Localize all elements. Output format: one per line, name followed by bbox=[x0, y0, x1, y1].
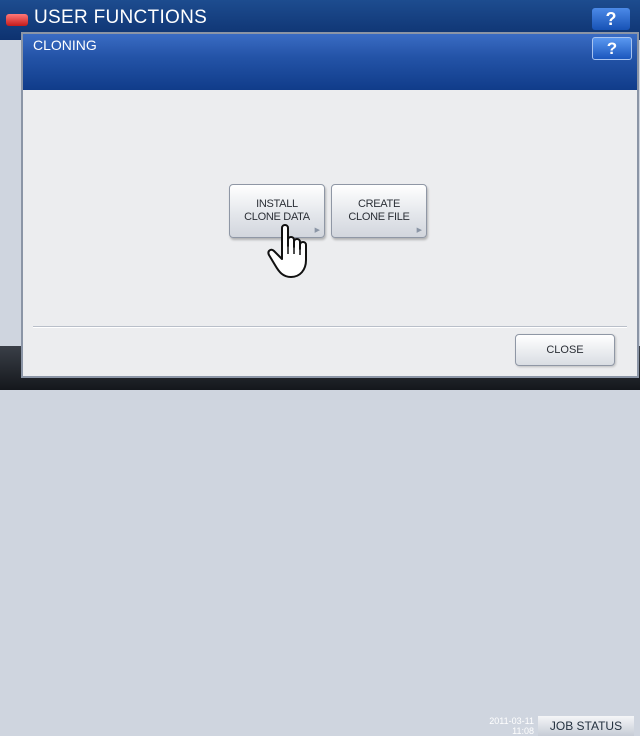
cloning-dialog: CLONING ? INSTALL CLONE DATA ▶ CREATE CL… bbox=[21, 32, 639, 378]
background-help-button[interactable]: ? bbox=[592, 8, 630, 30]
date-time: 2011-03-11 11:08 bbox=[489, 716, 534, 736]
triangle-right-icon: ▶ bbox=[416, 227, 422, 234]
dialog-help-button[interactable]: ? bbox=[592, 37, 632, 60]
dialog-titlebar: CLONING ? bbox=[23, 34, 637, 90]
background-title: USER FUNCTIONS bbox=[34, 7, 208, 28]
divider bbox=[33, 326, 627, 328]
dialog-body: INSTALL CLONE DATA ▶ CREATE CLONE FILE ▶… bbox=[23, 90, 637, 376]
job-status-button[interactable]: JOB STATUS bbox=[538, 716, 634, 736]
create-clone-file-label: CREATE CLONE FILE bbox=[348, 198, 410, 223]
install-clone-data-label: INSTALL CLONE DATA bbox=[244, 198, 310, 223]
close-button[interactable]: CLOSE bbox=[515, 334, 615, 366]
app-logo-icon bbox=[6, 14, 28, 26]
create-clone-file-button[interactable]: CREATE CLONE FILE ▶ bbox=[331, 184, 427, 238]
dialog-title: CLONING bbox=[33, 37, 97, 53]
hand-pointer-icon bbox=[267, 224, 307, 278]
